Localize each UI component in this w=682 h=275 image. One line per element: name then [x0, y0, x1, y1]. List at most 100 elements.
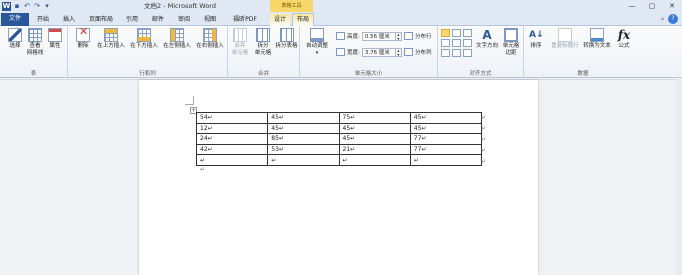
table-cell[interactable]: 77↵: [409, 143, 483, 156]
tab-references[interactable]: 引用: [121, 14, 143, 26]
table-cell[interactable]: 77↵: [409, 133, 483, 145]
insert-below-icon: [137, 28, 151, 42]
tab-page-layout[interactable]: 页面布局: [84, 14, 118, 26]
align-top-right-icon[interactable]: [463, 29, 472, 37]
insert-above-button[interactable]: 在上方插入: [94, 28, 128, 50]
vertical-scrollbar[interactable]: [676, 79, 682, 275]
table-cell[interactable]: ↵: [409, 154, 483, 166]
split-table-button[interactable]: 拆分表格: [273, 28, 300, 50]
align-top-left-icon[interactable]: [441, 29, 450, 37]
table-cell[interactable]: ↵: [195, 154, 269, 166]
row-height-input[interactable]: 0.56 厘米: [361, 31, 396, 41]
cell-alignment-grid: [441, 29, 472, 57]
help-icon[interactable]: ?: [668, 14, 678, 24]
row-height-field: 高度: 0.56 厘米 ▴ ▾: [336, 31, 402, 41]
merge-cells-icon: [233, 28, 247, 42]
sort-icon: A↓: [529, 30, 544, 40]
distribute-rows-button[interactable]: 分布行: [404, 31, 432, 41]
table-cell[interactable]: 75↵: [338, 112, 411, 124]
table-cell[interactable]: 45↵: [409, 112, 483, 124]
insert-below-button[interactable]: 在下方插入: [127, 28, 161, 50]
align-bottom-left-icon[interactable]: [441, 49, 450, 57]
repeat-header-icon: [558, 28, 572, 42]
tab-review[interactable]: 审阅: [173, 14, 195, 26]
close-button[interactable]: ✕: [662, 0, 682, 12]
tab-view[interactable]: 视图: [199, 14, 221, 26]
tab-mailings[interactable]: 邮件: [147, 14, 169, 26]
column-width-input[interactable]: 3.76 厘米: [361, 47, 396, 57]
row-end-mark: ↵: [481, 158, 487, 165]
table-cell[interactable]: 21↵: [338, 143, 411, 156]
row-end-mark: ↵: [481, 136, 487, 143]
text-direction-icon: A: [482, 28, 492, 42]
ribbon-tab-bar: 文件 开始 插入 页面布局 引用 邮件 审阅 视图 福昕PDF 设计 布局 ▵ …: [0, 12, 682, 26]
table-cell[interactable]: ↵: [338, 154, 411, 166]
repeat-header-rows-button[interactable]: 重复标题行: [548, 28, 582, 50]
table-cell[interactable]: ↵: [267, 154, 340, 166]
table-cell[interactable]: 45↵: [338, 122, 411, 135]
properties-button[interactable]: 属性: [40, 28, 70, 50]
align-bottom-center-icon[interactable]: [452, 49, 461, 57]
alignment-group-label: 对齐方式: [469, 71, 492, 77]
tab-home[interactable]: 开始: [32, 14, 54, 26]
formula-button[interactable]: fx 公式: [612, 28, 636, 50]
table-cell[interactable]: 12↵: [195, 122, 269, 135]
table-row: 54↵ 45↵ 75↵ 45↵: [195, 112, 483, 124]
tab-design[interactable]: 设计: [270, 14, 290, 26]
convert-to-text-button[interactable]: 转换为文本: [580, 28, 614, 50]
cell-margins-button[interactable]: 单元格 边距: [498, 28, 524, 57]
save-icon[interactable]: ▪: [13, 2, 21, 10]
align-top-center-icon[interactable]: [452, 29, 461, 37]
alignment-group: A 文字方向 单元格 边距 对齐方式: [438, 26, 524, 78]
collapse-ribbon-icon[interactable]: ▵: [661, 15, 664, 22]
undo-icon[interactable]: ↶: [23, 2, 31, 10]
table-cell[interactable]: 45↵: [267, 112, 340, 124]
autofit-icon: [310, 28, 324, 42]
autofit-button[interactable]: 自动调整 ▾: [302, 28, 332, 57]
row-height-spinner[interactable]: ▴ ▾: [395, 31, 402, 41]
minimize-button[interactable]: —: [622, 0, 642, 12]
table-cell[interactable]: 45↵: [267, 122, 340, 135]
column-width-spinner[interactable]: ▴ ▾: [395, 47, 402, 57]
table-group: 选择 查看 网格线 属性 表: [0, 26, 68, 78]
align-middle-right-icon[interactable]: [463, 39, 472, 47]
distribute-rows-icon: [404, 32, 413, 40]
tab-insert[interactable]: 插入: [58, 14, 80, 26]
maximize-button[interactable]: ▢: [642, 0, 662, 12]
tab-file[interactable]: 文件: [1, 13, 29, 26]
quick-access-toolbar: W ▪ ↶ ↷ ▾: [2, 1, 51, 11]
cell-size-group: 自动调整 ▾ 高度: 0.56 厘米 ▴ ▾ 宽度: 3.76 厘米 ▴ ▾ 分布行…: [300, 26, 438, 78]
align-bottom-right-icon[interactable]: [463, 49, 472, 57]
tab-layout[interactable]: 布局: [292, 13, 314, 26]
sort-button[interactable]: A↓ 排序: [524, 28, 548, 50]
tab-foxit-pdf[interactable]: 福昕PDF: [225, 14, 265, 26]
distribute-columns-button[interactable]: 分布列: [404, 47, 432, 57]
table-row: 24↵ 85↵ 45↵ 77↵: [195, 133, 483, 145]
text-direction-button[interactable]: A 文字方向: [474, 28, 500, 50]
document-page[interactable]: [139, 80, 538, 275]
align-middle-left-icon[interactable]: [441, 39, 450, 47]
data-group: A↓ 排序 重复标题行 转换为文本 fx 公式 数据: [524, 26, 642, 78]
customize-toolbar-icon[interactable]: ▾: [43, 2, 51, 10]
table-cell[interactable]: 53↵: [267, 143, 340, 156]
window-controls: — ▢ ✕: [622, 0, 682, 12]
table-cell[interactable]: 54↵: [195, 112, 269, 124]
split-cells-icon: [256, 28, 270, 42]
split-table-icon: [279, 28, 294, 42]
split-cells-button[interactable]: 拆分 单元格: [251, 28, 275, 57]
insert-left-button[interactable]: 在左侧插入: [160, 28, 194, 50]
table-cell[interactable]: 45↵: [409, 122, 483, 135]
table-cell[interactable]: 85↵: [267, 133, 340, 145]
merge-cells-button[interactable]: 合并 单元格: [228, 28, 252, 57]
insert-right-button[interactable]: 在右侧插入: [193, 28, 227, 50]
window-title: 文档2 - Microsoft Word: [144, 2, 216, 10]
redo-icon[interactable]: ↷: [33, 2, 41, 10]
table-row: 12↵ 45↵ 45↵ 45↵: [195, 122, 483, 135]
document-table[interactable]: 54↵ 45↵ 75↵ 45↵ 12↵ 45↵ 45↵ 45↵ 24↵ 85↵ …: [195, 112, 483, 166]
table-cell[interactable]: 45↵: [338, 133, 411, 145]
cell-margins-icon: [504, 28, 518, 42]
word-logo-icon[interactable]: W: [2, 1, 11, 11]
table-cell[interactable]: 42↵: [195, 143, 269, 156]
table-cell[interactable]: 24↵: [195, 133, 269, 145]
align-middle-center-icon[interactable]: [452, 39, 461, 47]
